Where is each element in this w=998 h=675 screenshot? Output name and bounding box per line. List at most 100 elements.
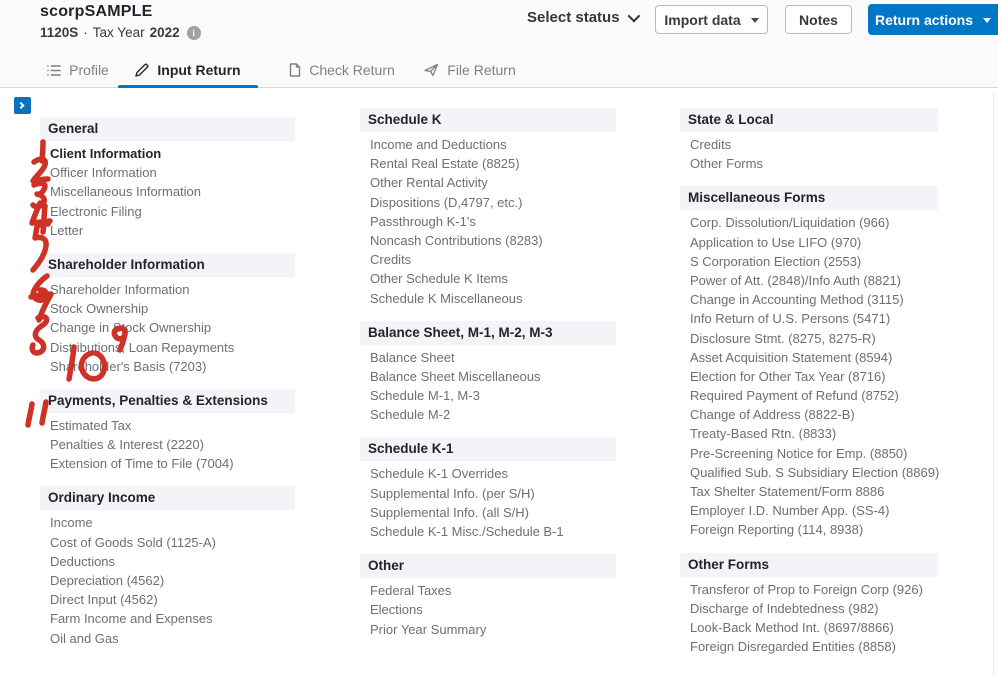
nav-item[interactable]: Discharge of Indebtedness (982) <box>680 599 938 618</box>
nav-item[interactable]: Required Payment of Refund (8752) <box>680 386 938 405</box>
nav-item[interactable]: Other Forms <box>680 154 938 173</box>
nav-item[interactable]: Officer Information <box>40 163 295 182</box>
send-icon <box>424 63 439 77</box>
nav-item[interactable]: Info Return of U.S. Persons (5471) <box>680 309 938 328</box>
nav-item[interactable]: Direct Input (4562) <box>40 590 295 609</box>
info-icon[interactable]: i <box>186 25 201 40</box>
nav-item[interactable]: Passthrough K-1's <box>360 212 616 231</box>
nav-item[interactable]: Schedule M-1, M-3 <box>360 386 616 405</box>
nav-item[interactable]: Schedule K-1 Misc./Schedule B-1 <box>360 522 616 541</box>
nav-item[interactable]: Asset Acquisition Statement (8594) <box>680 348 938 367</box>
nav-item[interactable]: Election for Other Tax Year (8716) <box>680 367 938 386</box>
nav-item[interactable]: Distributions, Loan Repayments <box>40 338 295 357</box>
notes-button[interactable]: Notes <box>785 5 852 34</box>
nav-item[interactable]: Extension of Time to File (7004) <box>40 454 295 473</box>
nav-section: Payments, Penalties & Extensions Estimate… <box>40 388 295 479</box>
nav-item[interactable]: Corp. Dissolution/Liquidation (966) <box>680 213 938 232</box>
nav-item[interactable]: Client Information <box>40 144 295 163</box>
nav-item[interactable]: Other Schedule K Items <box>360 269 616 288</box>
nav-item[interactable]: Balance Sheet Miscellaneous <box>360 367 616 386</box>
collapse-panel-button[interactable] <box>14 97 31 114</box>
return-subtitle: 1120S · Tax Year 2022 i <box>40 25 201 40</box>
nav-item[interactable]: Look-Back Method Int. (8697/8866) <box>680 618 938 637</box>
nav-item[interactable]: Other Rental Activity <box>360 173 616 192</box>
nav-item[interactable]: Income and Deductions <box>360 135 616 154</box>
nav-item[interactable]: Depreciation (4562) <box>40 571 295 590</box>
caret-down-icon <box>983 17 991 23</box>
nav-item[interactable]: Noncash Contributions (8283) <box>360 231 616 250</box>
nav-item[interactable]: Elections <box>360 600 616 619</box>
nav-item[interactable]: Change in Accounting Method (3115) <box>680 290 938 309</box>
list-icon <box>47 64 61 76</box>
section-title: Schedule K-1 <box>360 437 616 462</box>
nav-column-middle: Schedule K Income and Deductions Rental Re… <box>360 108 616 644</box>
nav-item[interactable]: Oil and Gas <box>40 629 295 648</box>
nav-item[interactable]: Disclosure Stmt. (8275, 8275-R) <box>680 329 938 348</box>
nav-section: General Client Information Officer Informa… <box>40 117 295 245</box>
section-title: Other <box>360 554 616 579</box>
nav-item[interactable]: Power of Att. (2848)/Info Auth (8821) <box>680 271 938 290</box>
nav-item[interactable]: Employer I.D. Number App. (SS-4) <box>680 501 938 520</box>
nav-item[interactable]: Change of Address (8822-B) <box>680 405 938 424</box>
nav-item[interactable]: Stock Ownership <box>40 299 295 318</box>
nav-item[interactable]: Estimated Tax <box>40 416 295 435</box>
nav-section: Shareholder Information Shareholder Infor… <box>40 252 295 381</box>
nav-item[interactable]: Balance Sheet <box>360 348 616 367</box>
nav-item[interactable]: Farm Income and Expenses <box>40 609 295 628</box>
nav-item[interactable]: Pre-Screening Notice for Emp. (8850) <box>680 444 938 463</box>
nav-item[interactable]: Credits <box>360 250 616 269</box>
section-title: Payments, Penalties & Extensions <box>40 388 295 413</box>
tab-label: File Return <box>447 62 516 78</box>
section-item-list: Income and Deductions Rental Real Estate … <box>360 132 616 313</box>
nav-item[interactable]: Schedule K Miscellaneous <box>360 289 616 308</box>
nav-item[interactable]: Foreign Disregarded Entities (8858) <box>680 637 938 656</box>
nav-item[interactable]: Schedule M-2 <box>360 405 616 424</box>
nav-item[interactable]: Supplemental Info. (per S/H) <box>360 484 616 503</box>
nav-item[interactable]: Rental Real Estate (8825) <box>360 154 616 173</box>
section-title: Miscellaneous Forms <box>680 186 938 211</box>
nav-item[interactable]: S Corporation Election (2553) <box>680 252 938 271</box>
tab-check-return[interactable]: Check Return <box>277 52 407 88</box>
nav-item[interactable]: Dispositions (D,4797, etc.) <box>360 193 616 212</box>
nav-item[interactable]: Supplemental Info. (all S/H) <box>360 503 616 522</box>
section-title: State & Local <box>680 108 938 132</box>
tab-file-return[interactable]: File Return <box>417 52 523 88</box>
nav-item[interactable]: Miscellaneous Information <box>40 182 295 201</box>
select-status-dropdown[interactable]: Select status <box>527 9 640 26</box>
import-data-button[interactable]: Import data <box>655 5 768 34</box>
nav-item[interactable]: Foreign Reporting (114, 8938) <box>680 520 938 539</box>
nav-item[interactable]: Federal Taxes <box>360 581 616 600</box>
tax-year-value: 2022 <box>149 25 180 40</box>
tab-profile[interactable]: Profile <box>40 52 116 88</box>
section-item-list: Federal Taxes Elections Prior Year Summary <box>360 578 616 644</box>
document-icon <box>290 63 301 77</box>
nav-item[interactable]: Prior Year Summary <box>360 620 616 639</box>
import-data-label: Import data <box>664 11 741 28</box>
nav-item[interactable]: Change in Stock Ownership <box>40 318 295 337</box>
nav-item[interactable]: Qualified Sub. S Subsidiary Election (88… <box>680 463 939 482</box>
nav-item[interactable]: Deductions <box>40 552 295 571</box>
scroll-track[interactable] <box>993 92 994 675</box>
nav-item[interactable]: Shareholder's Basis (7203) <box>40 357 295 376</box>
section-item-list: Corp. Dissolution/Liquidation (966) Appli… <box>680 210 939 544</box>
section-item-list: Shareholder Information Stock Ownership Ch… <box>40 277 295 381</box>
return-actions-label: Return actions <box>874 11 973 28</box>
nav-item[interactable]: Electronic Filing <box>40 202 295 221</box>
nav-item[interactable]: Letter <box>40 221 295 240</box>
nav-item[interactable]: Application to Use LIFO (970) <box>680 233 938 252</box>
nav-item[interactable]: Transferor of Prop to Foreign Corp (926) <box>680 580 938 599</box>
nav-item[interactable]: Cost of Goods Sold (1125-A) <box>40 533 295 552</box>
nav-column-left: General Client Information Officer Informa… <box>40 117 295 653</box>
nav-item[interactable]: Penalties & Interest (2220) <box>40 435 295 454</box>
nav-section: Balance Sheet, M-1, M-2, M-3 Balance Shee… <box>360 320 616 430</box>
nav-item[interactable]: Credits <box>680 135 938 154</box>
nav-item[interactable]: Income <box>40 513 295 532</box>
section-item-list: Income Cost of Goods Sold (1125-A) Deducti… <box>40 510 295 652</box>
tab-input-return[interactable]: Input Return <box>118 52 258 89</box>
nav-section: Schedule K-1 Schedule K-1 Overrides Supple… <box>360 437 616 546</box>
return-actions-button[interactable]: Return actions <box>868 4 998 35</box>
nav-item[interactable]: Tax Shelter Statement/Form 8886 <box>680 482 938 501</box>
nav-item[interactable]: Shareholder Information <box>40 280 295 299</box>
nav-item[interactable]: Treaty-Based Rtn. (8833) <box>680 424 938 443</box>
nav-item[interactable]: Schedule K-1 Overrides <box>360 464 616 483</box>
